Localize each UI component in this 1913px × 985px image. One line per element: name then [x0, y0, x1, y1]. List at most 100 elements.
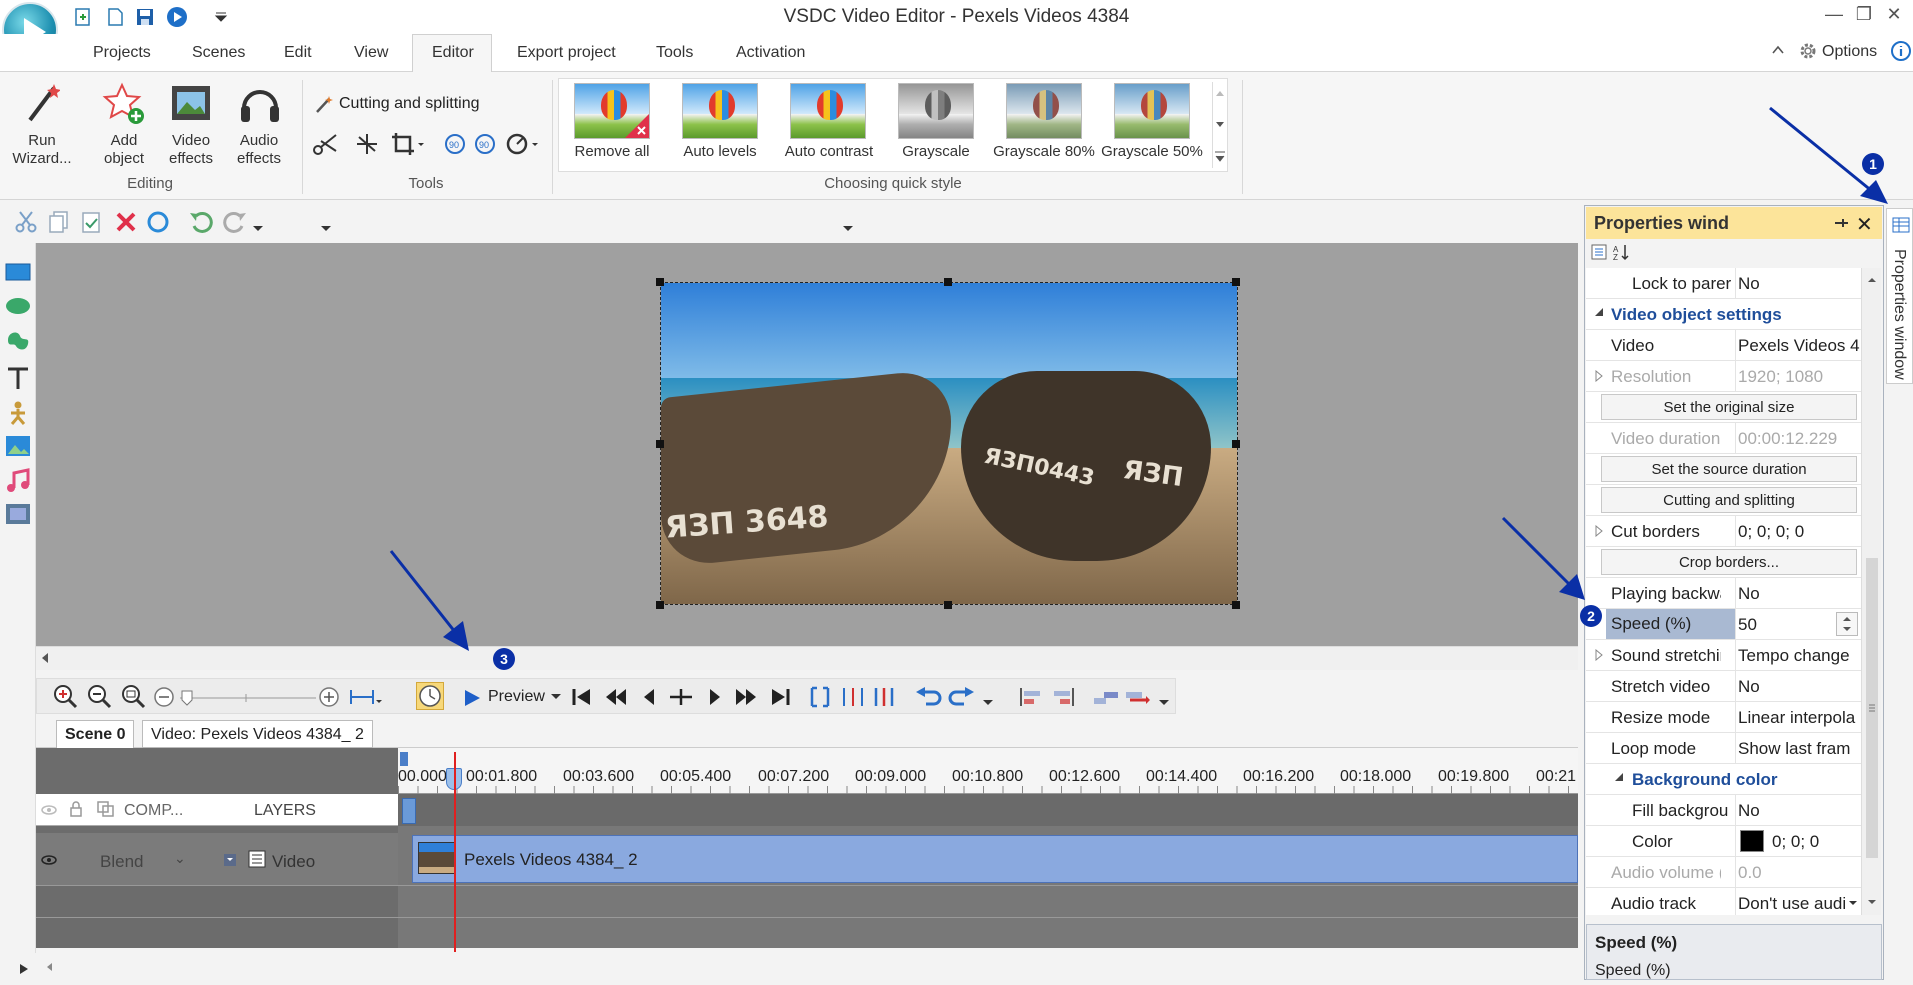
image-tool-icon[interactable] [5, 434, 31, 458]
resize-handle-tl[interactable] [656, 278, 664, 286]
align-right-icon[interactable] [1050, 686, 1076, 708]
rewind-icon[interactable] [604, 686, 628, 708]
tab-export-project[interactable]: Export project [517, 44, 616, 62]
rectangle-tool-icon[interactable] [5, 262, 31, 282]
redo-icon[interactable] [222, 210, 248, 234]
scene-tab[interactable]: Scene 0 [56, 720, 135, 748]
preview-play-icon[interactable] [462, 688, 482, 708]
marker-split-icon[interactable] [840, 686, 866, 708]
fit-range-icon[interactable] [348, 687, 382, 707]
property-row[interactable]: Video duration 00:00:12.229 [1586, 423, 1861, 454]
video-object[interactable]: ЯЗП 3648 ЯЗП0443 ЯЗП [660, 282, 1238, 605]
audio-tool-icon[interactable] [5, 468, 31, 494]
property-row[interactable]: Speed (%) 50 [1586, 609, 1861, 640]
tab-projects[interactable]: Projects [93, 44, 151, 62]
property-row[interactable]: Audio track Don't use audi [1586, 888, 1861, 915]
categorized-icon[interactable] [1590, 243, 1608, 261]
scissors-icon[interactable] [312, 132, 342, 156]
property-value[interactable]: 0; 0; 0; 0 [1738, 522, 1860, 542]
property-row[interactable]: Loop mode Show last fram [1586, 733, 1861, 764]
property-row[interactable]: Cut borders 0; 0; 0; 0 [1586, 516, 1861, 547]
property-value[interactable]: Linear interpola [1738, 708, 1860, 728]
collapse-triangle-icon[interactable] [1614, 772, 1624, 782]
property-action-button[interactable]: Set the original size [1601, 394, 1857, 420]
ruler-start-marker[interactable] [400, 752, 408, 766]
property-value[interactable]: 0; 0; 0 [1772, 832, 1861, 852]
redo-dropdown-icon[interactable] [252, 224, 264, 234]
property-value[interactable]: 0.0 [1738, 863, 1860, 883]
minimize-button[interactable]: — [1820, 4, 1848, 28]
property-action-button[interactable]: Set the source duration [1601, 456, 1857, 482]
property-row[interactable]: Resize mode Linear interpola [1586, 702, 1861, 733]
circle-select-icon[interactable] [146, 210, 170, 234]
tab-tools[interactable]: Tools [656, 44, 693, 62]
property-row[interactable]: Playing backwa No [1586, 578, 1861, 609]
video-effects-button[interactable]: Video effects [158, 132, 224, 168]
text-tool-icon[interactable] [5, 366, 31, 392]
property-value[interactable]: Don't use audi [1738, 894, 1860, 914]
property-action-button[interactable]: Cutting and splitting [1601, 487, 1857, 513]
style-thumb-grayscale[interactable] [898, 83, 974, 139]
property-value[interactable]: No [1738, 274, 1860, 294]
tab-edit[interactable]: Edit [284, 44, 312, 62]
resize-handle-b[interactable] [944, 601, 952, 609]
undo-icon[interactable] [188, 210, 214, 234]
align-left-icon[interactable] [1018, 686, 1044, 708]
collapse-triangle-icon[interactable] [1594, 307, 1604, 317]
go-to-start-icon[interactable] [570, 686, 594, 708]
property-value[interactable]: No [1738, 584, 1860, 604]
expand-triangle-icon[interactable] [1594, 525, 1604, 537]
eye-icon[interactable] [40, 852, 58, 868]
property-value[interactable]: Show last fram [1738, 739, 1860, 759]
color-swatch[interactable] [1740, 830, 1764, 852]
resize-handle-t[interactable] [944, 278, 952, 286]
zoom-minus-icon[interactable] [153, 686, 175, 708]
tab-scenes[interactable]: Scenes [192, 44, 245, 62]
cut-icon[interactable] [14, 210, 38, 234]
add-object-button[interactable]: Add object [90, 132, 158, 168]
lock-header-icon[interactable] [68, 800, 84, 818]
collapse-ribbon-icon[interactable] [1770, 42, 1786, 58]
zoom-fit-icon[interactable] [120, 683, 146, 709]
step-back-icon[interactable] [638, 686, 662, 708]
resize-handle-br[interactable] [1232, 601, 1240, 609]
property-row[interactable]: Sound stretchin Tempo change [1586, 640, 1861, 671]
redo-timeline-icon[interactable] [948, 686, 976, 708]
blend-chevron-down-icon[interactable]: ⌄ [174, 850, 186, 867]
timeline-scroll-left-icon[interactable] [44, 960, 54, 974]
rotate-free-icon[interactable] [504, 131, 540, 157]
resize-handle-tr[interactable] [1232, 278, 1240, 286]
property-section[interactable]: Video object settings [1586, 299, 1861, 330]
property-row[interactable]: Fill backgrou No [1586, 795, 1861, 826]
sort-alphabetical-icon[interactable]: AZ [1612, 243, 1630, 261]
expand-triangle-icon[interactable] [1594, 370, 1604, 382]
marker-in-icon[interactable] [808, 686, 834, 708]
expand-triangle-icon[interactable] [1594, 649, 1604, 661]
property-row[interactable]: Video Pexels Videos 4 [1586, 330, 1861, 361]
style-label-grayscale[interactable]: Grayscale [886, 143, 986, 161]
properties-window-side-tab[interactable]: Properties window [1886, 208, 1913, 384]
property-row[interactable]: Color 0; 0; 0 [1586, 826, 1861, 857]
property-value[interactable]: No [1738, 677, 1860, 697]
property-row[interactable]: Audio volume (0.0 [1586, 857, 1861, 888]
video-tool-icon[interactable] [5, 502, 31, 526]
video-track-header[interactable] [36, 833, 398, 885]
resize-handle-bl[interactable] [656, 601, 664, 609]
eye-header-icon[interactable] [40, 802, 58, 818]
toolbar-dropdown-2-icon[interactable] [842, 224, 854, 234]
style-label-remove-all[interactable]: Remove all [562, 143, 662, 161]
resize-handle-l[interactable] [656, 440, 664, 448]
track-options-icon[interactable] [222, 852, 238, 868]
layer-down-icon[interactable] [1124, 686, 1152, 708]
run-wizard-button[interactable]: Run Wizard... [4, 132, 80, 168]
property-section[interactable]: Background color [1586, 764, 1861, 795]
gear-icon[interactable] [1798, 41, 1818, 61]
fast-forward-icon[interactable] [734, 686, 758, 708]
stop-marker-icon[interactable] [668, 686, 694, 708]
style-label-grayscale-80[interactable]: Grayscale 80% [990, 143, 1098, 161]
audio-effects-button[interactable]: Audio effects [226, 132, 292, 168]
zoom-out-icon[interactable] [86, 683, 112, 709]
ellipse-tool-icon[interactable] [5, 296, 31, 316]
tab-editor[interactable]: Editor [432, 44, 474, 62]
info-icon[interactable] [1890, 40, 1912, 62]
